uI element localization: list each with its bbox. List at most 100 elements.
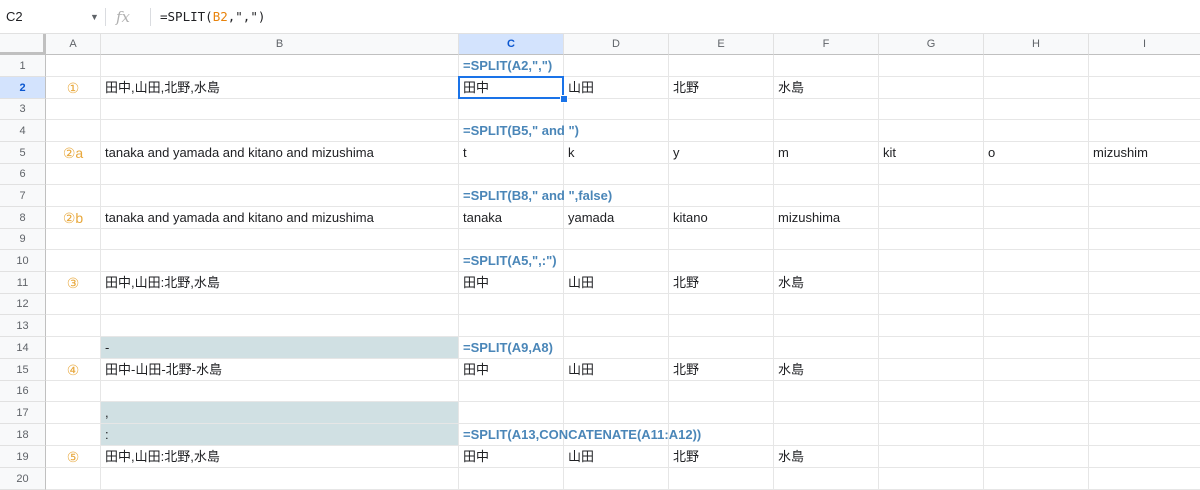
cell-e10[interactable] [669,250,774,272]
cell-c9[interactable] [459,229,564,250]
cell-a10[interactable] [46,250,101,272]
cell-a12[interactable] [46,294,101,315]
cell-g18[interactable] [879,424,984,446]
cell-c13[interactable] [459,315,564,337]
cell-h4[interactable] [984,120,1089,142]
cell-c2[interactable]: 田中 [459,77,564,99]
cell-e19[interactable]: 北野 [669,446,774,468]
cell-i2[interactable] [1089,77,1200,99]
row-header-5[interactable]: 5 [0,142,46,164]
cell-b17[interactable]: , [101,402,459,424]
row-header-16[interactable]: 16 [0,381,46,402]
cell-d9[interactable] [564,229,669,250]
cell-a14[interactable] [46,337,101,359]
row-header-13[interactable]: 13 [0,315,46,337]
cell-f4[interactable] [774,120,879,142]
cell-e3[interactable] [669,99,774,120]
cell-a4[interactable] [46,120,101,142]
cell-f9[interactable] [774,229,879,250]
cell-e6[interactable] [669,164,774,185]
cell-a17[interactable] [46,402,101,424]
cell-e14[interactable] [669,337,774,359]
cell-i15[interactable] [1089,359,1200,381]
cell-h10[interactable] [984,250,1089,272]
cell-e12[interactable] [669,294,774,315]
cell-h17[interactable] [984,402,1089,424]
cell-a9[interactable] [46,229,101,250]
cell-b12[interactable] [101,294,459,315]
column-header-e[interactable]: E [669,34,774,55]
cell-b14[interactable]: - [101,337,459,359]
cell-f7[interactable] [774,185,879,207]
cell-c7[interactable]: =SPLIT(B8," and ",false) [459,185,612,207]
cell-g9[interactable] [879,229,984,250]
cell-d12[interactable] [564,294,669,315]
cell-i9[interactable] [1089,229,1200,250]
row-header-18[interactable]: 18 [0,424,46,446]
cell-h14[interactable] [984,337,1089,359]
cell-g5[interactable]: kit [879,142,984,164]
cell-g2[interactable] [879,77,984,99]
cell-h12[interactable] [984,294,1089,315]
cell-b1[interactable] [101,55,459,77]
cell-i14[interactable] [1089,337,1200,359]
cell-d1[interactable] [564,55,669,77]
cell-i12[interactable] [1089,294,1200,315]
cell-d6[interactable] [564,164,669,185]
row-header-3[interactable]: 3 [0,99,46,120]
cell-d10[interactable] [564,250,669,272]
row-header-19[interactable]: 19 [0,446,46,468]
formula-input[interactable]: =SPLIT(B2,",") [160,4,265,30]
cell-d5[interactable]: k [564,142,669,164]
cell-a8[interactable]: ②b [46,207,101,229]
cell-e4[interactable] [669,120,774,142]
row-header-12[interactable]: 12 [0,294,46,315]
cell-a13[interactable] [46,315,101,337]
cell-a11[interactable]: ③ [46,272,101,294]
cell-a7[interactable] [46,185,101,207]
cell-b19[interactable]: 田中,山田:北野,水島 [101,446,459,468]
cell-i8[interactable] [1089,207,1200,229]
cell-i18[interactable] [1089,424,1200,446]
cell-f1[interactable] [774,55,879,77]
cell-e7[interactable] [669,185,774,207]
row-header-6[interactable]: 6 [0,164,46,185]
cell-h15[interactable] [984,359,1089,381]
row-header-7[interactable]: 7 [0,185,46,207]
cell-g8[interactable] [879,207,984,229]
cell-d16[interactable] [564,381,669,402]
column-header-g[interactable]: G [879,34,984,55]
cell-f13[interactable] [774,315,879,337]
cell-a6[interactable] [46,164,101,185]
cell-e13[interactable] [669,315,774,337]
cell-i19[interactable] [1089,446,1200,468]
cell-f10[interactable] [774,250,879,272]
cell-b8[interactable]: tanaka and yamada and kitano and mizushi… [101,207,459,229]
cell-b7[interactable] [101,185,459,207]
cell-c5[interactable]: t [459,142,564,164]
cell-f16[interactable] [774,381,879,402]
cell-b13[interactable] [101,315,459,337]
column-header-b[interactable]: B [101,34,459,55]
cell-c18[interactable]: =SPLIT(A13,CONCATENATE(A11:A12)) [459,424,701,446]
cell-c1[interactable]: =SPLIT(A2,",") [459,55,564,77]
cell-c6[interactable] [459,164,564,185]
cell-a19[interactable]: ⑤ [46,446,101,468]
cell-g14[interactable] [879,337,984,359]
cell-e11[interactable]: 北野 [669,272,774,294]
cell-e15[interactable]: 北野 [669,359,774,381]
cell-h8[interactable] [984,207,1089,229]
cell-a16[interactable] [46,381,101,402]
cell-a5[interactable]: ②a [46,142,101,164]
cell-e16[interactable] [669,381,774,402]
cell-b15[interactable]: 田中-山田-北野-水島 [101,359,459,381]
cell-g11[interactable] [879,272,984,294]
cell-a2[interactable]: ① [46,77,101,99]
cell-d14[interactable] [564,337,669,359]
cell-h13[interactable] [984,315,1089,337]
cell-a3[interactable] [46,99,101,120]
cell-d13[interactable] [564,315,669,337]
cell-b5[interactable]: tanaka and yamada and kitano and mizushi… [101,142,459,164]
cell-f2[interactable]: 水島 [774,77,879,99]
cell-h19[interactable] [984,446,1089,468]
